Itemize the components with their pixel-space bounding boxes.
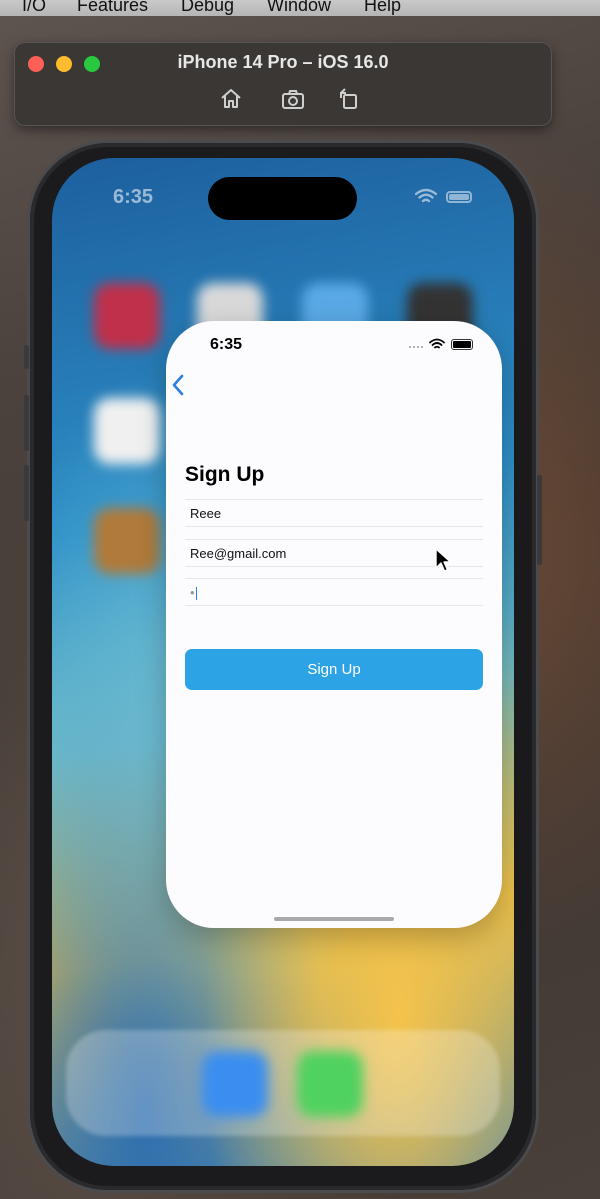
menu-window[interactable]: Window xyxy=(267,0,331,16)
home-icon xyxy=(221,89,241,108)
signal-icon xyxy=(409,346,425,350)
rotate-button[interactable] xyxy=(336,86,362,112)
menu-features[interactable]: Features xyxy=(77,0,148,16)
simulator-title: iPhone 14 Pro – iOS 16.0 xyxy=(177,52,389,72)
dynamic-island xyxy=(208,177,357,220)
status-time: 6:35 xyxy=(210,336,243,353)
home-status-time: 6:35 xyxy=(113,186,154,208)
home-indicator[interactable] xyxy=(274,917,394,921)
battery-icon xyxy=(451,339,473,350)
simulator-titlebar: iPhone 14 Pro – iOS 16.0 xyxy=(15,43,551,125)
password-field[interactable]: • xyxy=(185,578,483,606)
app-card[interactable] xyxy=(166,321,502,928)
back-chevron-icon[interactable] xyxy=(169,373,189,397)
menu-debug[interactable]: Debug xyxy=(181,0,234,16)
menu-help[interactable]: Help xyxy=(364,0,401,16)
menu-io[interactable]: I/O xyxy=(22,0,46,16)
password-value: • xyxy=(190,585,195,600)
mouse-pointer-icon xyxy=(435,548,452,572)
name-field[interactable]: Reee xyxy=(185,499,483,527)
page-title: Sign Up xyxy=(185,463,265,486)
menu-bar: I/O Features Debug Window Help xyxy=(0,0,600,16)
wifi-icon xyxy=(415,188,437,203)
battery-icon xyxy=(446,191,472,203)
home-button[interactable] xyxy=(218,86,244,112)
volume-down-button xyxy=(24,465,29,521)
power-button xyxy=(537,475,542,565)
email-value: Ree@gmail.com xyxy=(190,546,287,561)
wifi-icon xyxy=(429,338,445,349)
volume-up-button xyxy=(24,395,29,451)
screenshot-icon xyxy=(282,90,304,109)
screenshot-button[interactable] xyxy=(280,86,306,112)
app-icon-blurred xyxy=(94,283,160,349)
dock xyxy=(66,1030,500,1136)
safari-icon-blurred xyxy=(202,1051,268,1117)
app-icon-blurred xyxy=(94,508,160,574)
app-icon-blurred xyxy=(94,398,160,464)
messages-icon-blurred xyxy=(297,1051,363,1117)
text-cursor xyxy=(195,587,197,601)
mute-switch xyxy=(24,345,29,369)
rotate-icon xyxy=(340,88,357,109)
signup-button[interactable]: Sign Up xyxy=(185,649,483,690)
